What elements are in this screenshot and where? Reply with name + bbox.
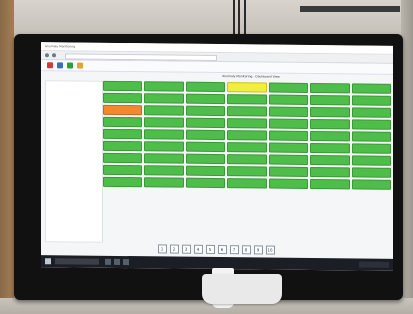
status-tile[interactable] [185,177,226,189]
status-tile[interactable] [268,130,309,141]
page-button[interactable]: 1 [157,244,167,254]
status-tile[interactable] [310,178,350,190]
status-tile[interactable] [185,81,226,93]
cable [244,0,246,34]
status-tile[interactable] [310,130,350,142]
status-tile[interactable] [268,94,309,105]
page-button[interactable]: 4 [193,244,203,254]
status-tile[interactable] [144,129,184,140]
cable [238,0,240,34]
status-tile[interactable] [310,82,350,94]
status-tile[interactable] [268,106,309,117]
taskbar-app-icon[interactable] [123,259,129,266]
status-tile[interactable] [103,104,143,116]
status-tile[interactable] [185,153,226,165]
status-tile[interactable] [351,179,391,190]
page-button[interactable]: 2 [169,244,179,254]
status-tile[interactable] [310,166,350,178]
left-pane [45,80,103,243]
status-tile[interactable] [144,177,184,188]
status-tile[interactable] [185,141,226,153]
page-button[interactable]: 7 [229,245,239,255]
windows-start-icon[interactable] [45,258,51,265]
status-tile-grid [103,80,391,244]
screen: Anomaly Monitoring Anomaly Monitoring - … [41,42,393,271]
status-tile[interactable] [351,167,391,178]
status-tile[interactable] [185,105,226,117]
status-tile[interactable] [227,166,267,177]
status-tile[interactable] [144,81,184,92]
status-tile[interactable] [268,154,309,165]
back-icon[interactable] [45,53,49,58]
status-tile[interactable] [227,154,267,165]
status-tile[interactable] [227,94,267,105]
page-title: Anomaly Monitoring - Dashboard View [222,74,280,79]
status-tile[interactable] [144,117,184,128]
status-tile[interactable] [227,82,267,93]
status-tile[interactable] [227,118,267,129]
status-tile[interactable] [268,166,309,177]
page-button[interactable]: 3 [181,244,191,254]
status-tile[interactable] [103,176,143,188]
ceiling-rail [300,6,400,12]
status-tile[interactable] [144,153,184,164]
status-tile[interactable] [185,93,226,105]
status-tile[interactable] [227,178,267,189]
status-tile[interactable] [351,131,391,142]
status-tile[interactable] [185,117,226,129]
status-tile[interactable] [227,130,267,141]
status-tile[interactable] [103,128,143,140]
handwritten-note [236,282,270,294]
status-tile[interactable] [227,106,267,117]
status-tile[interactable] [268,142,309,153]
wood-panel [0,0,14,314]
page-button[interactable]: 8 [241,245,251,255]
status-tile[interactable] [103,164,143,176]
monitor: Anomaly Monitoring Anomaly Monitoring - … [14,34,403,300]
status-tile[interactable] [351,95,391,106]
status-tile[interactable] [351,83,391,94]
status-tile[interactable] [351,143,391,154]
page-button[interactable]: 10 [265,245,275,255]
status-tile[interactable] [310,142,350,154]
status-tile[interactable] [144,141,184,152]
status-tile[interactable] [103,140,143,152]
status-tile[interactable] [351,119,391,130]
forward-icon[interactable] [52,53,56,58]
browser-tab-title[interactable]: Anomaly Monitoring [45,44,75,48]
status-tile[interactable] [310,154,350,166]
status-tile[interactable] [310,106,350,118]
status-tile[interactable] [185,165,226,177]
taskbar-app-icon[interactable] [114,258,120,265]
cable [233,0,235,34]
status-tile[interactable] [268,118,309,129]
status-tile[interactable] [351,107,391,118]
status-tile[interactable] [103,116,143,128]
pagination: 1 2 3 4 5 6 7 8 9 10 [101,244,331,255]
status-tile[interactable] [144,105,184,116]
status-tile[interactable] [227,142,267,153]
page-button[interactable]: 9 [253,245,263,255]
status-tile[interactable] [144,93,184,104]
app-logo-icon [47,62,53,69]
status-tile[interactable] [268,178,309,189]
status-tile[interactable] [144,165,184,176]
status-tile[interactable] [268,82,309,93]
taskbar-search[interactable] [55,258,99,265]
page-button[interactable]: 6 [217,245,227,255]
status-tile[interactable] [310,94,350,106]
refresh-icon[interactable] [77,62,83,69]
check-icon[interactable] [67,62,73,69]
status-tile[interactable] [103,92,143,104]
status-tile[interactable] [103,152,143,164]
status-tile[interactable] [351,155,391,166]
status-tile[interactable] [185,129,226,141]
status-tile[interactable] [310,118,350,130]
taskbar-app-icon[interactable] [105,258,111,265]
save-icon[interactable] [57,62,63,69]
system-tray[interactable] [359,261,389,268]
page-button[interactable]: 5 [205,244,215,254]
status-tile[interactable] [103,80,143,92]
